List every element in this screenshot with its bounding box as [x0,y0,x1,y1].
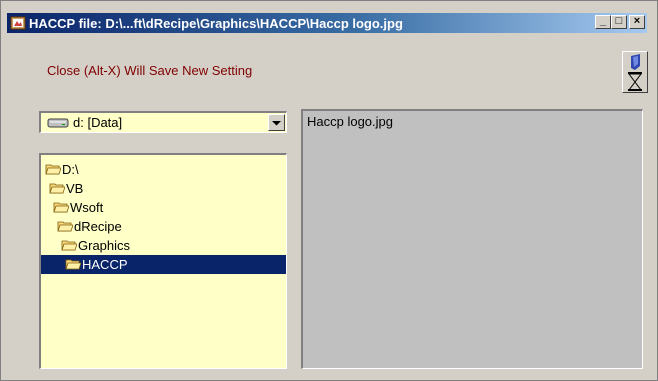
hourglass-icon [628,54,642,91]
save-setting-hint: Close (Alt-X) Will Save New Setting [47,63,253,78]
minimize-button[interactable]: _ [595,15,611,29]
title-bar[interactable]: HACCP file: D:\...ft\dRecipe\Graphics\HA… [7,13,647,33]
drive-select-value: d: [Data] [73,115,123,130]
directory-item-drecipe[interactable]: dRecipe [41,217,286,236]
directory-list[interactable]: D:\ VB Wsoft dRecipe Graphics HACCP [39,153,287,369]
file-dialog-window: HACCP file: D:\...ft\dRecipe\Graphics\HA… [0,0,658,381]
open-folder-icon [49,183,65,194]
close-button[interactable]: × [629,15,645,29]
drive-dropdown-button[interactable] [268,114,285,131]
open-folder-icon [57,221,73,232]
directory-item-d[interactable]: D:\ [41,160,286,179]
window-title: HACCP file: D:\...ft\dRecipe\Graphics\HA… [29,15,403,31]
directory-item-wsoft[interactable]: Wsoft [41,198,286,217]
chevron-down-icon [272,120,281,125]
open-folder-icon [45,164,61,175]
open-folder-icon [53,202,69,213]
hourglass-button[interactable] [622,51,648,93]
directory-item-haccp[interactable]: HACCP [41,255,286,274]
open-folder-icon [61,240,77,251]
file-list[interactable]: Haccp logo.jpg [301,109,643,369]
open-folder-icon [65,259,81,270]
directory-item-graphics[interactable]: Graphics [41,236,286,255]
haccp-app-icon [10,16,26,30]
drive-select[interactable]: d: [Data] [39,111,287,133]
maximize-button[interactable]: □ [611,15,627,29]
hard-drive-icon [47,118,69,127]
file-item[interactable]: Haccp logo.jpg [307,114,642,129]
directory-item-vb[interactable]: VB [41,179,286,198]
